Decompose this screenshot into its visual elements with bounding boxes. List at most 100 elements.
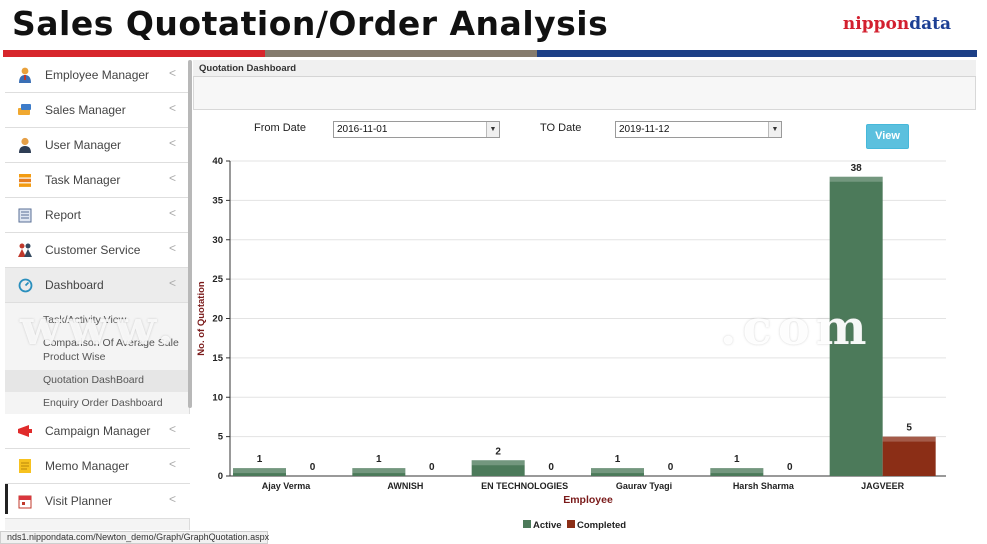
chevron-down-icon[interactable]: ▼ [486, 122, 499, 137]
x-axis-label: Employee [563, 494, 613, 506]
panel-title: Quotation Dashboard [199, 63, 297, 74]
x-tick-label: AWNISH [387, 481, 423, 491]
data-label: 0 [429, 462, 435, 473]
sidebar-item-memo-manager[interactable]: Memo Manager < [5, 449, 190, 484]
memo-icon [17, 458, 33, 474]
chevron-left-icon: < [168, 101, 176, 115]
sidebar-item-campaign-manager[interactable]: Campaign Manager < [5, 414, 190, 449]
data-label: 5 [906, 423, 912, 434]
chevron-left-icon: < [168, 492, 176, 506]
sidebar-subitem-quotation-dashboard[interactable]: Quotation DashBoard [5, 370, 190, 392]
brand-logo-part2: data [909, 14, 951, 34]
data-label: 38 [851, 163, 863, 174]
sidebar-item-visit-planner[interactable]: Visit Planner < [5, 484, 190, 519]
chevron-left-icon: < [168, 171, 176, 185]
to-date-select[interactable]: 2019-11-12 ▼ [615, 121, 782, 138]
x-tick-label: JAGVEER [861, 481, 905, 491]
y-tick-label: 0 [218, 471, 223, 482]
data-label: 1 [376, 454, 382, 465]
chevron-down-icon[interactable]: ▼ [768, 122, 781, 137]
x-tick-label: EN TECHNOLOGIES [481, 481, 568, 491]
view-button[interactable]: View [866, 124, 909, 149]
to-date-value: 2019-11-12 [619, 124, 670, 135]
chevron-left-icon: < [168, 276, 176, 290]
bar-highlight [829, 176, 883, 182]
y-tick-label: 10 [212, 392, 223, 403]
report-icon [17, 207, 33, 223]
chevron-left-icon: < [168, 66, 176, 80]
legend-swatch [523, 520, 531, 528]
data-label: 1 [615, 454, 621, 465]
customer-service-icon [17, 242, 33, 258]
x-tick-label: Ajay Verma [262, 481, 312, 491]
y-tick-label: 30 [212, 235, 223, 246]
sidebar-item-customer-service[interactable]: Customer Service < [5, 233, 190, 268]
watermark-left: www. [20, 300, 180, 356]
chevron-left-icon: < [168, 422, 176, 436]
header-stripe-grey [265, 50, 537, 57]
bar-highlight [352, 468, 406, 474]
bar-highlight [710, 468, 764, 474]
y-tick-label: 25 [212, 274, 223, 285]
sidebar-item-task-manager[interactable]: Task Manager < [5, 163, 190, 198]
active-marker [5, 484, 8, 514]
sidebar-subitem-enquiry-order-dashboard[interactable]: Enquiry Order Dashboard [5, 397, 190, 409]
title-bar: Sales Quotation/Order Analysis nippondat… [0, 0, 987, 50]
bar-highlight [471, 460, 525, 466]
megaphone-icon [17, 423, 33, 439]
chevron-left-icon: < [168, 241, 176, 255]
sidebar-item-employee-manager[interactable]: Employee Manager < [5, 58, 190, 93]
sidebar-item-label: Sales Manager [45, 103, 126, 117]
sidebar-item-sales-manager[interactable]: Sales Manager < [5, 93, 190, 128]
data-label: 0 [668, 462, 674, 473]
employee-icon [17, 67, 33, 83]
from-date-select[interactable]: 2016-11-01 ▼ [333, 121, 500, 138]
y-tick-label: 40 [212, 156, 223, 167]
data-label: 0 [787, 462, 793, 473]
sidebar-item-label: Dashboard [45, 278, 104, 292]
header-stripe-blue [537, 50, 977, 57]
chevron-left-icon: < [168, 136, 176, 150]
bar-highlight [591, 468, 644, 474]
to-date-label: TO Date [540, 122, 582, 134]
sidebar-item-label: Customer Service [45, 243, 141, 257]
chevron-left-icon: < [168, 206, 176, 220]
sidebar-item-label: Task Manager [45, 173, 121, 187]
sidebar-item-report[interactable]: Report < [5, 198, 190, 233]
status-bar-url: nds1.nippondata.com/Newton_demo/Graph/Gr… [0, 531, 269, 544]
legend-swatch [567, 520, 575, 528]
brand-logo: nippondata [843, 14, 951, 34]
watermark: www. .com [20, 300, 873, 356]
app-root: Sales Quotation/Order Analysis nippondat… [0, 0, 987, 544]
sidebar-item-label: User Manager [45, 138, 122, 152]
watermark-right: .com [719, 300, 873, 356]
sales-icon [17, 102, 33, 118]
page-title: Sales Quotation/Order Analysis [12, 4, 609, 43]
brand-logo-part1: nippon [842, 14, 910, 34]
dashboard-icon [17, 277, 33, 293]
data-label: 2 [495, 446, 501, 457]
data-label: 0 [310, 462, 316, 473]
sidebar-item-label: Memo Manager [45, 459, 130, 473]
legend-entry: Active [533, 520, 562, 531]
data-label: 1 [734, 454, 740, 465]
sidebar-item-label: Campaign Manager [45, 424, 151, 438]
chevron-left-icon: < [168, 457, 176, 471]
y-tick-label: 5 [218, 432, 224, 443]
x-tick-label: Harsh Sharma [733, 481, 795, 491]
sidebar-item-label: Employee Manager [45, 68, 150, 82]
bar-completed [882, 436, 936, 476]
data-label: 0 [548, 462, 554, 473]
user-icon [17, 137, 33, 153]
legend-entry: Completed [577, 520, 626, 531]
panel-header: Quotation Dashboard [193, 60, 976, 77]
bar-highlight [233, 468, 286, 474]
sidebar-item-label: Visit Planner [45, 494, 113, 508]
from-date-value: 2016-11-01 [337, 124, 388, 135]
calendar-icon [17, 493, 33, 509]
data-label: 1 [257, 454, 263, 465]
sidebar-item-user-manager[interactable]: User Manager < [5, 128, 190, 163]
y-tick-label: 35 [212, 195, 223, 206]
sidebar-item-label: Report [45, 208, 82, 222]
sidebar-item-dashboard[interactable]: Dashboard < [5, 268, 190, 303]
